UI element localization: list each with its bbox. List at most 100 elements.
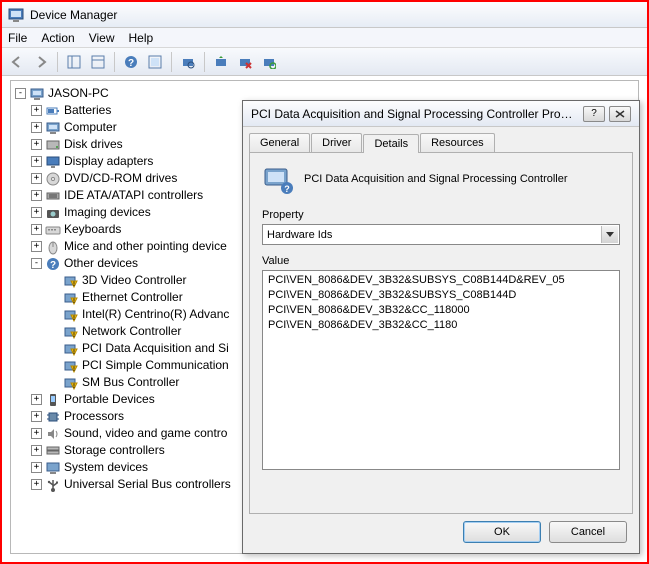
- tab-details[interactable]: Details: [363, 134, 419, 153]
- help-button[interactable]: ?: [120, 51, 142, 73]
- dialog-close-button[interactable]: [609, 106, 631, 122]
- tree-item-label: Computer: [64, 119, 117, 136]
- device-name: PCI Data Acquisition and Signal Processi…: [304, 173, 568, 185]
- computer-icon: [29, 86, 45, 102]
- property-combo[interactable]: Hardware Ids: [262, 224, 620, 245]
- expand-icon[interactable]: +: [31, 411, 42, 422]
- expand-icon[interactable]: +: [31, 462, 42, 473]
- tree-child-label: PCI Data Acquisition and Si: [82, 340, 229, 357]
- svg-text:!: !: [73, 384, 75, 390]
- tree-item-label: Other devices: [64, 255, 138, 272]
- back-button[interactable]: [6, 51, 28, 73]
- value-item[interactable]: PCI\VEN_8086&DEV_3B32&CC_1180: [268, 319, 614, 334]
- tab-resources[interactable]: Resources: [420, 133, 495, 152]
- category-icon: [45, 205, 61, 221]
- category-icon: [45, 392, 61, 408]
- property-label: Property: [262, 209, 620, 221]
- category-icon: ?: [45, 256, 61, 272]
- dialog-help-button[interactable]: ?: [583, 106, 605, 122]
- tree-child-label: Ethernet Controller: [82, 289, 183, 306]
- menu-action[interactable]: Action: [41, 31, 74, 45]
- warning-device-icon: !: [63, 341, 79, 357]
- properties-button[interactable]: [87, 51, 109, 73]
- menu-bar: File Action View Help: [2, 28, 647, 48]
- category-icon: [45, 426, 61, 442]
- svg-text:!: !: [73, 367, 75, 373]
- tree-child-label: Network Controller: [82, 323, 181, 340]
- expand-icon[interactable]: +: [31, 224, 42, 235]
- expand-icon[interactable]: +: [31, 445, 42, 456]
- menu-view[interactable]: View: [89, 31, 115, 45]
- device-icon: ?: [262, 163, 294, 195]
- tree-item-label: Display adapters: [64, 153, 153, 170]
- tree-child-label: Intel(R) Centrino(R) Advanc: [82, 306, 229, 323]
- scan-hardware-button[interactable]: [177, 51, 199, 73]
- cancel-button[interactable]: Cancel: [549, 521, 627, 543]
- warning-device-icon: !: [63, 324, 79, 340]
- dialog-tabs: General Driver Details Resources: [249, 133, 633, 152]
- expand-icon[interactable]: +: [31, 173, 42, 184]
- value-item[interactable]: PCI\VEN_8086&DEV_3B32&SUBSYS_C08B144D: [268, 289, 614, 304]
- tree-item-label: Processors: [64, 408, 124, 425]
- update-driver-button[interactable]: [210, 51, 232, 73]
- menu-file[interactable]: File: [8, 31, 27, 45]
- tab-driver[interactable]: Driver: [311, 133, 362, 152]
- toolbar: ?: [2, 48, 647, 76]
- category-icon: [45, 120, 61, 136]
- svg-text:?: ?: [128, 58, 134, 69]
- value-item[interactable]: PCI\VEN_8086&DEV_3B32&SUBSYS_C08B144D&RE…: [268, 274, 614, 289]
- tree-item-label: Keyboards: [64, 221, 121, 238]
- expand-icon[interactable]: +: [31, 139, 42, 150]
- collapse-icon[interactable]: -: [31, 258, 42, 269]
- expand-icon[interactable]: +: [31, 207, 42, 218]
- svg-text:!: !: [73, 350, 75, 356]
- warning-device-icon: !: [63, 307, 79, 323]
- tree-item-label: Mice and other pointing device: [64, 238, 227, 255]
- menu-help[interactable]: Help: [129, 31, 154, 45]
- action-button[interactable]: [144, 51, 166, 73]
- expand-icon[interactable]: +: [31, 105, 42, 116]
- tree-item-label: Batteries: [64, 102, 111, 119]
- tab-general[interactable]: General: [249, 133, 310, 152]
- category-icon: [45, 137, 61, 153]
- expand-icon[interactable]: +: [31, 122, 42, 133]
- collapse-icon[interactable]: -: [15, 88, 26, 99]
- show-hide-tree-button[interactable]: [63, 51, 85, 73]
- dialog-title-bar[interactable]: PCI Data Acquisition and Signal Processi…: [243, 101, 639, 127]
- tree-item-label: IDE ATA/ATAPI controllers: [64, 187, 203, 204]
- svg-text:!: !: [73, 333, 75, 339]
- category-icon: [45, 443, 61, 459]
- category-icon: [45, 239, 61, 255]
- expand-icon[interactable]: +: [31, 428, 42, 439]
- tab-panel-details: ? PCI Data Acquisition and Signal Proces…: [249, 152, 633, 514]
- svg-text:?: ?: [50, 260, 56, 271]
- warning-device-icon: !: [63, 375, 79, 391]
- category-icon: [45, 409, 61, 425]
- svg-text:?: ?: [284, 184, 290, 194]
- expand-icon[interactable]: +: [31, 156, 42, 167]
- category-icon: [45, 171, 61, 187]
- chevron-down-icon: [601, 226, 618, 243]
- tree-root-label: JASON-PC: [48, 85, 109, 102]
- category-icon: [45, 154, 61, 170]
- tree-item-label: DVD/CD-ROM drives: [64, 170, 177, 187]
- value-item[interactable]: PCI\VEN_8086&DEV_3B32&CC_118000: [268, 304, 614, 319]
- app-icon: [8, 7, 24, 23]
- expand-icon[interactable]: +: [31, 479, 42, 490]
- svg-text:!: !: [73, 316, 75, 322]
- forward-button[interactable]: [30, 51, 52, 73]
- uninstall-button[interactable]: [234, 51, 256, 73]
- svg-text:!: !: [73, 282, 75, 288]
- property-combo-value: Hardware Ids: [267, 229, 332, 241]
- tree-item-label: Sound, video and game contro: [64, 425, 227, 442]
- expand-icon[interactable]: +: [31, 394, 42, 405]
- expand-icon[interactable]: +: [31, 190, 42, 201]
- ok-button[interactable]: OK: [463, 521, 541, 543]
- expand-icon[interactable]: +: [31, 241, 42, 252]
- tree-item-label: Portable Devices: [64, 391, 155, 408]
- disable-button[interactable]: [258, 51, 280, 73]
- value-label: Value: [262, 255, 620, 267]
- value-listbox[interactable]: PCI\VEN_8086&DEV_3B32&SUBSYS_C08B144D&RE…: [262, 270, 620, 470]
- tree-item-label: Disk drives: [64, 136, 123, 153]
- warning-device-icon: !: [63, 273, 79, 289]
